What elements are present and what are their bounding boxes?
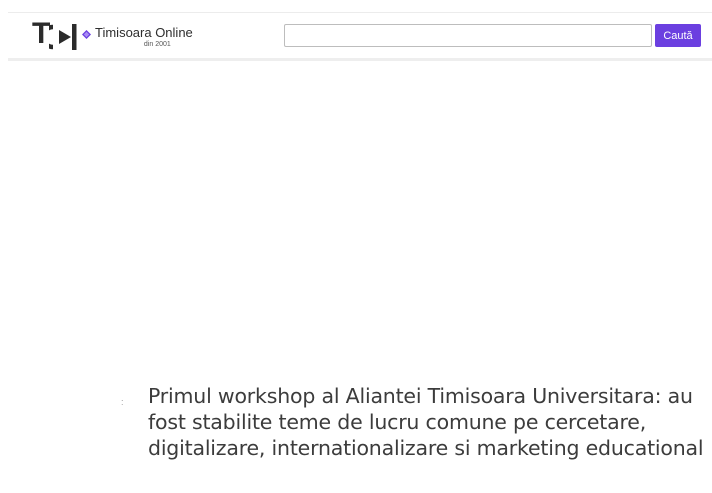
logo-mark: T — [32, 17, 78, 50]
list-marker: : — [121, 397, 124, 407]
site-name: Timisoara Online — [95, 25, 193, 40]
logo-text-group: Timisoara Online din 2001 — [95, 25, 193, 49]
site-since: din 2001 — [143, 41, 171, 48]
page: T Timisoara Online din 2001 Caută : Prim… — [0, 0, 712, 493]
search-button[interactable]: Caută — [655, 24, 701, 47]
article-title[interactable]: Primul workshop al Aliantei Timisoara Un… — [148, 383, 704, 461]
search-input[interactable] — [284, 24, 652, 47]
site-logo[interactable]: T Timisoara Online din 2001 — [32, 17, 193, 53]
play-triangle-icon — [49, 24, 77, 50]
site-header: T Timisoara Online din 2001 Caută — [8, 13, 712, 61]
logo-letter: T — [32, 17, 50, 50]
diamond-icon — [82, 30, 91, 39]
